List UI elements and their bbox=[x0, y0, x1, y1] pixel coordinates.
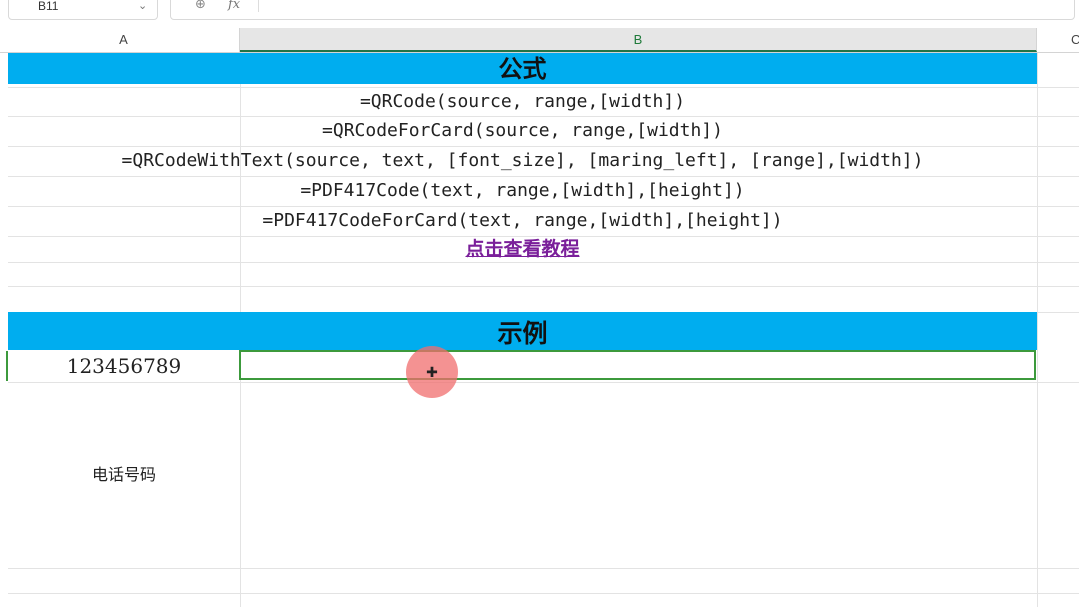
formula-row-2[interactable]: =QRCodeForCard(source, range,[width]) bbox=[8, 118, 1037, 144]
formula-row-1[interactable]: =QRCode(source, range,[width]) bbox=[8, 89, 1037, 115]
row-divider bbox=[8, 206, 1079, 207]
row-divider bbox=[8, 286, 1079, 287]
row-divider bbox=[8, 382, 1079, 383]
column-header-a[interactable]: A bbox=[8, 28, 240, 52]
row-divider bbox=[8, 146, 1079, 147]
formula-divider bbox=[258, 0, 259, 12]
section-title-example[interactable]: 示例 bbox=[8, 312, 1037, 350]
name-box-value: B11 bbox=[38, 0, 59, 13]
cell-select-cursor-icon: ✚ bbox=[426, 364, 438, 380]
row-divider bbox=[8, 176, 1079, 177]
selected-cell-b11[interactable] bbox=[239, 350, 1036, 380]
row-divider bbox=[8, 568, 1079, 569]
phone-label-cell[interactable]: 电话号码 bbox=[8, 463, 240, 489]
formula-row-3[interactable]: =QRCodeWithText(source, text, [font_size… bbox=[8, 148, 1037, 174]
formula-bar: B11 ⌄ ⊕ fx bbox=[0, 0, 1079, 22]
chevron-down-icon[interactable]: ⌄ bbox=[138, 0, 147, 12]
row-divider bbox=[8, 262, 1079, 263]
magnifier-icon[interactable]: ⊕ bbox=[195, 0, 206, 12]
row-divider bbox=[8, 593, 1079, 594]
formula-row-5[interactable]: =PDF417CodeForCard(text, range,[width],[… bbox=[8, 208, 1037, 234]
example-value-cell[interactable]: 123456789 bbox=[8, 351, 240, 381]
column-divider bbox=[1037, 53, 1038, 607]
row-divider bbox=[8, 87, 1079, 88]
formula-input[interactable] bbox=[170, 0, 1075, 20]
column-header-b[interactable]: B bbox=[240, 28, 1037, 52]
tutorial-link[interactable]: 点击查看教程 bbox=[8, 236, 1037, 262]
sheet-grid[interactable]: 公式 =QRCode(source, range,[width]) =QRCod… bbox=[0, 53, 1079, 607]
section-title-formulas[interactable]: 公式 bbox=[8, 53, 1037, 84]
formula-row-4[interactable]: =PDF417Code(text, range,[width],[height]… bbox=[8, 178, 1037, 204]
column-header-bar: A B C bbox=[0, 28, 1079, 53]
column-header-c[interactable]: C bbox=[1037, 28, 1079, 52]
function-icon[interactable]: fx bbox=[228, 0, 240, 12]
row-divider bbox=[8, 116, 1079, 117]
name-box[interactable] bbox=[8, 0, 158, 20]
